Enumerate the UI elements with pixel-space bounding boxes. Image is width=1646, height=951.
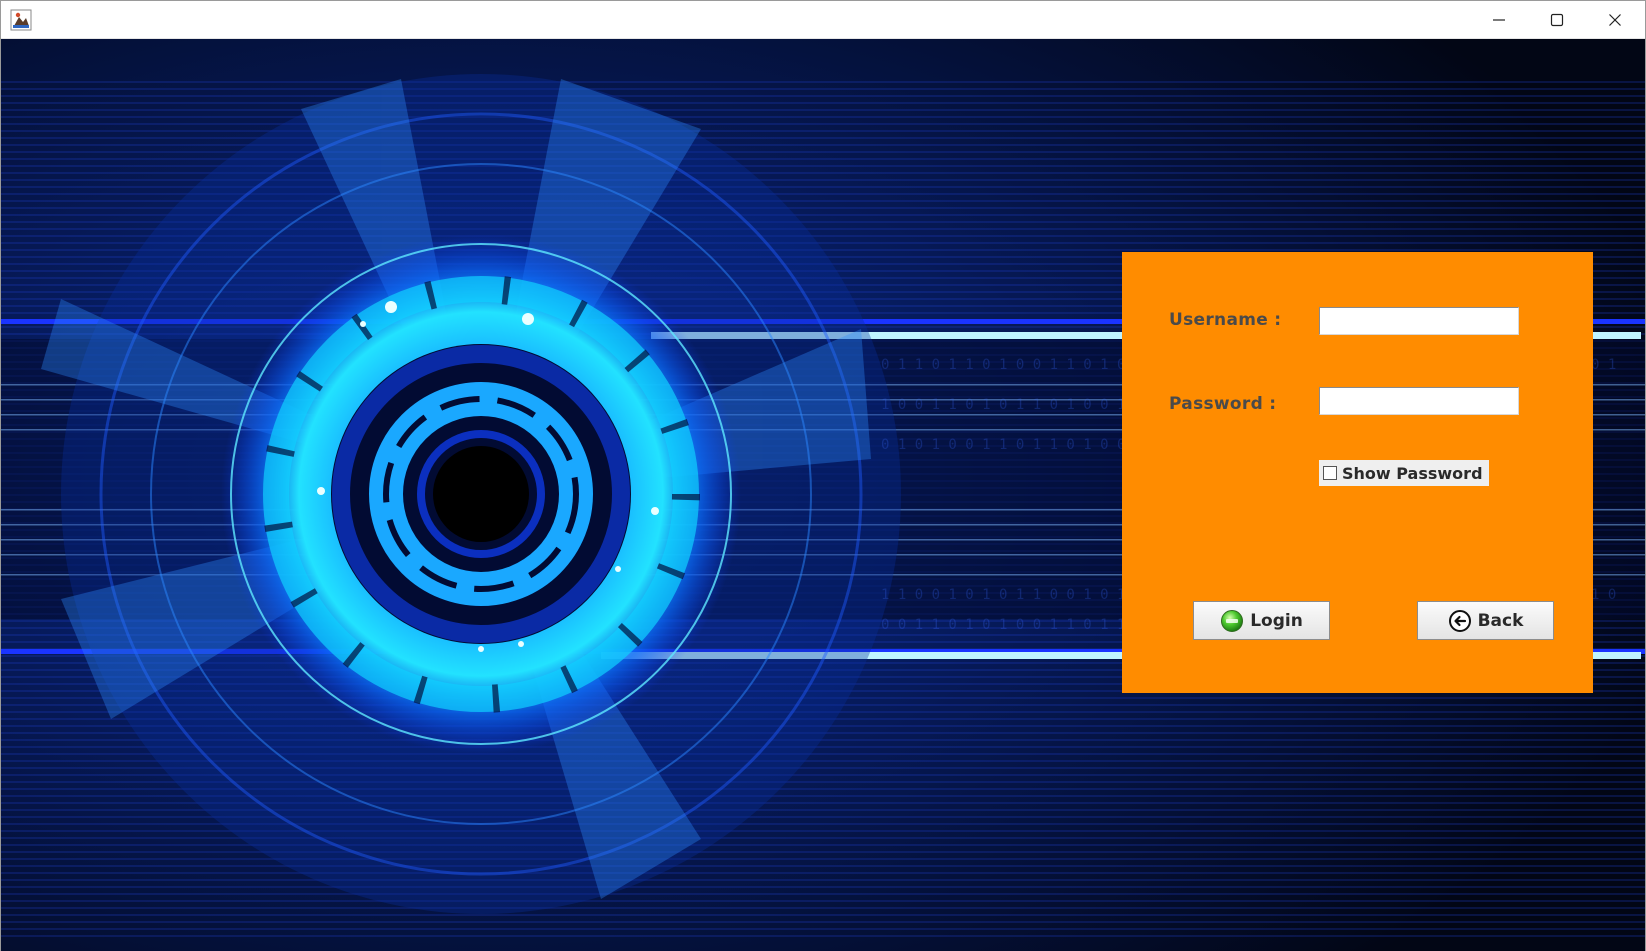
maximize-icon bbox=[1550, 13, 1564, 26]
login-button[interactable]: Login bbox=[1193, 601, 1330, 640]
login-window: 0 1 1 0 1 1 0 1 0 0 1 1 0 1 0 1 0 0 1 1 … bbox=[0, 0, 1646, 951]
maximize-button[interactable] bbox=[1528, 1, 1586, 38]
svg-text:1 0: 1 0 bbox=[1591, 587, 1616, 603]
svg-text:0 1 0 1 0 0 1 1 0 1 1 0 1 0 0: 0 1 0 1 0 0 1 1 0 1 1 0 1 0 0 bbox=[881, 437, 1125, 453]
username-label: Username : bbox=[1169, 310, 1282, 330]
svg-text:1 1 0 0 1 0 1 0 1 1 0 0 1 0 1: 1 1 0 0 1 0 1 0 1 1 0 0 1 0 1 bbox=[881, 587, 1125, 603]
back-button[interactable]: Back bbox=[1417, 601, 1554, 640]
svg-text:0 0 1 1 0 1 0 1 0 0 1 1 0 1 1: 0 0 1 1 0 1 0 1 0 0 1 1 0 1 1 bbox=[881, 617, 1125, 633]
back-button-label: Back bbox=[1477, 610, 1524, 631]
green-circle-icon bbox=[1221, 609, 1244, 632]
close-button[interactable] bbox=[1586, 1, 1644, 38]
svg-text:1 0 0 1 1 0 1 0 1 1 0 1 0 0 1: 1 0 0 1 1 0 1 0 1 1 0 1 0 0 1 bbox=[881, 397, 1125, 413]
back-arrow-icon bbox=[1448, 609, 1471, 632]
password-field[interactable] bbox=[1319, 387, 1519, 415]
login-panel: Username : Password : Show Password Logi… bbox=[1122, 252, 1593, 693]
svg-text:0 1 1 0 1 1 0 1 0 0 1 1 0 1 0: 0 1 1 0 1 1 0 1 0 0 1 1 0 1 0 bbox=[881, 357, 1125, 373]
java-app-icon bbox=[10, 9, 32, 31]
svg-text:0 1: 0 1 bbox=[1591, 357, 1616, 373]
minimize-button[interactable] bbox=[1470, 1, 1528, 38]
minimize-icon bbox=[1493, 18, 1505, 21]
password-label: Password : bbox=[1169, 394, 1277, 414]
checkbox-box[interactable] bbox=[1323, 466, 1337, 480]
show-password-checkbox[interactable]: Show Password bbox=[1319, 460, 1489, 486]
close-icon bbox=[1609, 13, 1621, 26]
login-button-label: Login bbox=[1250, 610, 1303, 631]
username-field[interactable] bbox=[1319, 307, 1519, 335]
show-password-label: Show Password bbox=[1342, 463, 1483, 483]
title-bar[interactable] bbox=[1, 1, 1645, 39]
